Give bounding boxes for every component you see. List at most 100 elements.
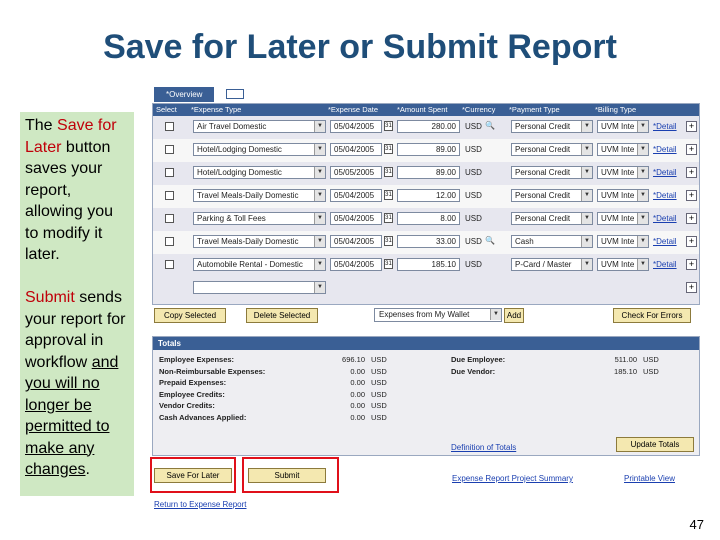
chevron-down-icon[interactable]: ▼	[637, 167, 648, 178]
select-checkbox[interactable]	[165, 260, 174, 269]
payment-type-select[interactable]: Personal Credit ▼	[511, 120, 593, 133]
chevron-down-icon[interactable]: ▼	[637, 190, 648, 201]
add-button[interactable]: Add	[504, 308, 524, 323]
calendar-icon[interactable]: 31	[384, 144, 393, 154]
expense-date-field[interactable]: 05/04/2005	[330, 189, 382, 202]
expense-date-field[interactable]: 05/04/2005	[330, 143, 382, 156]
chevron-down-icon[interactable]: ▼	[314, 190, 325, 201]
expense-date-field[interactable]: 05/04/2005	[330, 212, 382, 225]
billing-type-select[interactable]: UVM Inte ▼	[597, 166, 649, 179]
chevron-down-icon[interactable]: ▼	[581, 167, 592, 178]
payment-type-select[interactable]: Personal Credit ▼	[511, 166, 593, 179]
wallet-select[interactable]: Expenses from My Wallet ▼	[374, 308, 502, 322]
payment-type-select[interactable]: Personal Credit ▼	[511, 212, 593, 225]
project-summary-link[interactable]: Expense Report Project Summary	[452, 474, 573, 483]
return-to-report-link[interactable]: Return to Expense Report	[154, 500, 247, 509]
add-row-icon[interactable]: +	[686, 121, 697, 132]
select-checkbox[interactable]	[165, 214, 174, 223]
detail-link[interactable]: *Detail	[653, 237, 677, 246]
chevron-down-icon[interactable]: ▼	[490, 309, 501, 320]
detail-link[interactable]: *Detail	[653, 122, 677, 131]
billing-type-select[interactable]: UVM Inte ▼	[597, 120, 649, 133]
chevron-down-icon[interactable]: ▼	[637, 236, 648, 247]
chevron-down-icon[interactable]: ▼	[637, 259, 648, 270]
select-checkbox[interactable]	[165, 145, 174, 154]
chevron-down-icon[interactable]: ▼	[637, 144, 648, 155]
expense-type-select[interactable]: ▼	[193, 281, 326, 294]
amount-field[interactable]: 89.00	[397, 143, 460, 156]
expense-type-select[interactable]: Hotel/Lodging Domestic ▼	[193, 143, 326, 156]
calendar-icon[interactable]: 31	[384, 190, 393, 200]
amount-field[interactable]: 185.10	[397, 258, 460, 271]
check-for-errors-button[interactable]: Check For Errors	[613, 308, 691, 323]
chevron-down-icon[interactable]: ▼	[314, 144, 325, 155]
calendar-icon[interactable]: 31	[384, 259, 393, 269]
expense-date-field[interactable]: 05/05/2005	[330, 166, 382, 179]
copy-selected-button[interactable]: Copy Selected	[154, 308, 226, 323]
detail-link[interactable]: *Detail	[653, 168, 677, 177]
chevron-down-icon[interactable]: ▼	[581, 236, 592, 247]
amount-field[interactable]: 89.00	[397, 166, 460, 179]
expense-type-select[interactable]: Hotel/Lodging Domestic ▼	[193, 166, 326, 179]
calendar-icon[interactable]: 31	[384, 121, 393, 131]
update-totals-button[interactable]: Update Totals	[616, 437, 694, 452]
expense-date-field[interactable]: 05/04/2005	[330, 120, 382, 133]
chevron-down-icon[interactable]: ▼	[314, 282, 325, 293]
chevron-down-icon[interactable]: ▼	[637, 121, 648, 132]
payment-type-select[interactable]: Cash ▼	[511, 235, 593, 248]
chevron-down-icon[interactable]: ▼	[314, 121, 325, 132]
chevron-down-icon[interactable]: ▼	[314, 259, 325, 270]
expense-type-select[interactable]: Travel Meals-Daily Domestic ▼	[193, 235, 326, 248]
chevron-down-icon[interactable]: ▼	[581, 213, 592, 224]
detail-link[interactable]: *Detail	[653, 214, 677, 223]
payment-type-select[interactable]: Personal Credit ▼	[511, 189, 593, 202]
chevron-down-icon[interactable]: ▼	[581, 121, 592, 132]
chevron-down-icon[interactable]: ▼	[581, 190, 592, 201]
definition-of-totals-link[interactable]: Definition of Totals	[451, 443, 516, 452]
amount-field[interactable]: 8.00	[397, 212, 460, 225]
expense-type-select[interactable]: Air Travel Domestic ▼	[193, 120, 326, 133]
chevron-down-icon[interactable]: ▼	[314, 167, 325, 178]
billing-type-select[interactable]: UVM Inte ▼	[597, 189, 649, 202]
expense-type-select[interactable]: Automobile Rental - Domestic ▼	[193, 258, 326, 271]
add-row-icon[interactable]: +	[686, 144, 697, 155]
add-row-icon[interactable]: +	[686, 282, 697, 293]
chevron-down-icon[interactable]: ▼	[581, 144, 592, 155]
detail-link[interactable]: *Detail	[653, 260, 677, 269]
billing-type-select[interactable]: UVM Inte ▼	[597, 235, 649, 248]
select-checkbox[interactable]	[165, 168, 174, 177]
expense-date-field[interactable]: 05/04/2005	[330, 258, 382, 271]
chevron-down-icon[interactable]: ▼	[581, 259, 592, 270]
printable-view-link[interactable]: Printable View	[624, 474, 675, 483]
expense-date-field[interactable]: 05/04/2005	[330, 235, 382, 248]
calendar-icon[interactable]: 31	[384, 167, 393, 177]
select-checkbox[interactable]	[165, 237, 174, 246]
billing-type-select[interactable]: UVM Inte ▼	[597, 143, 649, 156]
add-row-icon[interactable]: +	[686, 259, 697, 270]
select-checkbox[interactable]	[165, 191, 174, 200]
detail-link[interactable]: *Detail	[653, 145, 677, 154]
search-icon[interactable]: 🔍	[485, 121, 495, 130]
amount-field[interactable]: 33.00	[397, 235, 460, 248]
search-icon[interactable]: 🔍	[485, 236, 495, 245]
billing-type-select[interactable]: UVM Inte ▼	[597, 212, 649, 225]
select-checkbox[interactable]	[165, 122, 174, 131]
payment-type-select[interactable]: P-Card / Master ▼	[511, 258, 593, 271]
delete-selected-button[interactable]: Delete Selected	[246, 308, 318, 323]
grid-view-icon[interactable]	[226, 89, 244, 99]
detail-link[interactable]: *Detail	[653, 191, 677, 200]
add-row-icon[interactable]: +	[686, 167, 697, 178]
calendar-icon[interactable]: 31	[384, 213, 393, 223]
billing-type-select[interactable]: UVM Inte ▼	[597, 258, 649, 271]
payment-type-select[interactable]: Personal Credit ▼	[511, 143, 593, 156]
tab-overview[interactable]: *Overview	[154, 87, 214, 102]
chevron-down-icon[interactable]: ▼	[314, 213, 325, 224]
expense-type-select[interactable]: Parking & Toll Fees ▼	[193, 212, 326, 225]
amount-field[interactable]: 12.00	[397, 189, 460, 202]
add-row-icon[interactable]: +	[686, 190, 697, 201]
chevron-down-icon[interactable]: ▼	[637, 213, 648, 224]
add-row-icon[interactable]: +	[686, 236, 697, 247]
calendar-icon[interactable]: 31	[384, 236, 393, 246]
chevron-down-icon[interactable]: ▼	[314, 236, 325, 247]
amount-field[interactable]: 280.00	[397, 120, 460, 133]
